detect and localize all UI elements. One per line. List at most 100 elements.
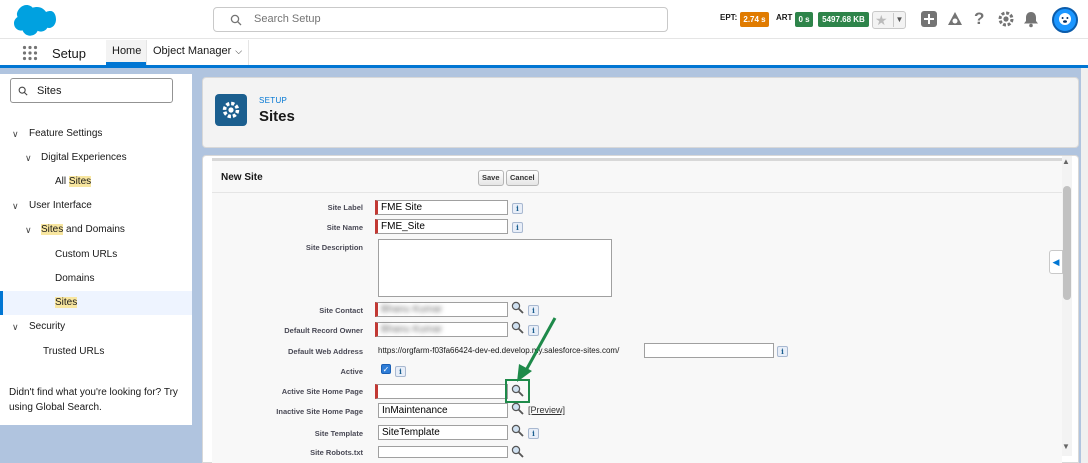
- help-icon[interactable]: ?: [974, 10, 992, 28]
- scroll-down-arrow-icon[interactable]: ▼: [1062, 442, 1070, 451]
- default-record-owner-label: Default Record Owner: [284, 326, 363, 335]
- app-name: Setup: [52, 46, 86, 61]
- tree-item-label: Security: [29, 321, 66, 332]
- info-icon[interactable]: i: [528, 428, 539, 439]
- bell-icon[interactable]: [1022, 10, 1040, 28]
- tree-item-label: Digital Experiences: [41, 152, 127, 163]
- lookup-icon[interactable]: [511, 445, 525, 458]
- site-description-textarea[interactable]: [378, 239, 612, 297]
- panel-scrollbar-thumb[interactable]: [1063, 186, 1071, 300]
- tree-item-all-sites[interactable]: All Sites: [0, 170, 192, 194]
- chevron-down-icon[interactable]: ∨: [12, 122, 19, 146]
- search-icon: [230, 14, 242, 26]
- star-icon[interactable]: ★: [875, 12, 888, 29]
- tab-object-manager-label: Object Manager: [153, 45, 232, 57]
- cancel-button[interactable]: Cancel: [506, 170, 539, 186]
- site-robots-field[interactable]: [378, 446, 508, 458]
- plus-icon[interactable]: [920, 10, 938, 28]
- default-web-address-label: Default Web Address: [287, 347, 363, 356]
- default-record-owner-value: Bhanu Kumar: [381, 324, 443, 335]
- page-header: SETUP Sites: [202, 77, 1079, 148]
- app-launcher-icon[interactable]: [22, 45, 38, 61]
- search-highlight: Sites: [55, 297, 78, 308]
- active-label: Active: [340, 367, 363, 376]
- memory-badge: 5497.68 KB: [818, 12, 869, 27]
- site-contact-field[interactable]: Bhanu Kumar: [375, 302, 508, 317]
- active-checkbox[interactable]: ✓: [381, 364, 391, 374]
- site-description-label: Site Description: [305, 243, 363, 252]
- lookup-icon[interactable]: [511, 424, 525, 437]
- form-header: New Site Save Cancel: [212, 161, 1062, 193]
- info-icon[interactable]: i: [777, 346, 788, 357]
- inactive-site-home-page-field[interactable]: InMaintenance: [378, 403, 508, 418]
- scroll-up-arrow-icon[interactable]: ▲: [1062, 157, 1070, 166]
- info-icon[interactable]: i: [512, 203, 523, 214]
- salesforce-cloud-logo[interactable]: [10, 5, 56, 37]
- setup-sidebar: Sites ∨ Feature Settings ∨ Digital Experie…: [0, 74, 192, 425]
- tree-item-label: Custom URLs: [55, 249, 118, 260]
- tree-item-security[interactable]: ∨ Security: [0, 315, 192, 339]
- art-badge: 0 s: [795, 12, 813, 27]
- lookup-icon[interactable]: [511, 402, 525, 415]
- chevron-down-icon[interactable]: ∨: [12, 315, 19, 339]
- tree-item-label: Trusted URLs: [43, 346, 105, 357]
- site-name-label: Site Name: [326, 223, 363, 232]
- lookup-icon[interactable]: [511, 301, 525, 314]
- info-icon[interactable]: i: [395, 366, 406, 377]
- tree-item-sites[interactable]: Sites: [0, 291, 192, 315]
- ept-badge: 2.74 s: [740, 12, 769, 27]
- site-template-label: Site Template: [314, 429, 363, 438]
- search-icon: [18, 86, 28, 96]
- collapse-panel-tab[interactable]: ◀: [1049, 250, 1063, 274]
- quick-find-value: Sites: [37, 85, 62, 97]
- tree-item-label: Domains: [55, 273, 95, 284]
- app-nav-bar: Setup Home Object Manager ⌵: [0, 39, 1088, 68]
- tree-item-custom-urls[interactable]: Custom URLs: [0, 243, 192, 267]
- info-icon[interactable]: i: [512, 222, 523, 233]
- quick-find-input[interactable]: Sites: [10, 78, 173, 103]
- tree-item-trusted-urls[interactable]: Trusted URLs: [0, 340, 192, 364]
- tree-item-user-interface[interactable]: ∨ User Interface: [0, 194, 192, 218]
- chevron-down-icon[interactable]: ∨: [25, 146, 32, 170]
- site-contact-value: Bhanu Kumar: [381, 304, 443, 315]
- page-title: Sites: [259, 108, 295, 125]
- chevron-down-icon[interactable]: ∨: [12, 194, 19, 218]
- preview-link[interactable]: [Preview]: [528, 405, 565, 415]
- tree-item-label: All: [55, 176, 69, 187]
- gear-icon[interactable]: [997, 10, 1015, 28]
- tree-item-label: User Interface: [29, 200, 92, 211]
- site-name-field[interactable]: FME_Site: [375, 219, 508, 234]
- favorites-button[interactable]: ★ ▼: [872, 11, 906, 29]
- chevron-down-icon[interactable]: ⌵: [235, 46, 242, 57]
- active-site-home-page-label: Active Site Home Page: [281, 387, 363, 396]
- search-setup-input[interactable]: Search Setup: [213, 7, 668, 32]
- tree-item-feature-settings[interactable]: ∨ Feature Settings: [0, 122, 192, 146]
- inactive-site-home-page-label: Inactive Site Home Page: [276, 407, 363, 416]
- tab-object-manager[interactable]: Object Manager ⌵: [146, 40, 250, 65]
- default-web-address-prefix: https://orgfarm-f03fa66424-dev-ed.develo…: [378, 346, 620, 355]
- chevron-down-icon[interactable]: ▼: [893, 13, 905, 27]
- art-label: ART: [776, 13, 793, 22]
- tree-item-label: and Domains: [63, 224, 125, 235]
- page-scrollbar[interactable]: [1081, 68, 1088, 463]
- site-template-field[interactable]: SiteTemplate: [378, 425, 508, 440]
- default-record-owner-field[interactable]: Bhanu Kumar: [375, 322, 508, 337]
- global-header: Search Setup EPT: 2.74 s ART 0 s 5497.68…: [0, 0, 1088, 39]
- page-header-eyebrow: SETUP: [259, 96, 288, 105]
- search-highlight: Sites: [68, 176, 92, 187]
- chevron-down-icon[interactable]: ∨: [25, 218, 32, 242]
- site-label-label: Site Label: [327, 203, 363, 212]
- web-address-suffix-field[interactable]: [644, 343, 774, 358]
- save-button[interactable]: Save: [478, 170, 504, 186]
- tree-item-domains[interactable]: Domains: [0, 267, 192, 291]
- active-site-home-page-field[interactable]: [375, 384, 508, 399]
- site-robots-label: Site Robots.txt: [310, 448, 363, 457]
- site-label-field[interactable]: FME Site: [375, 200, 508, 215]
- tree-item-sites-and-domains[interactable]: ∨ Sites and Domains: [0, 218, 192, 242]
- trailhead-icon[interactable]: [946, 10, 964, 28]
- search-highlight: Sites: [41, 224, 64, 235]
- form-title: New Site: [221, 172, 263, 183]
- avatar[interactable]: [1052, 7, 1078, 33]
- tree-item-digital-experiences[interactable]: ∨ Digital Experiences: [0, 146, 192, 170]
- tab-home[interactable]: Home: [106, 40, 148, 65]
